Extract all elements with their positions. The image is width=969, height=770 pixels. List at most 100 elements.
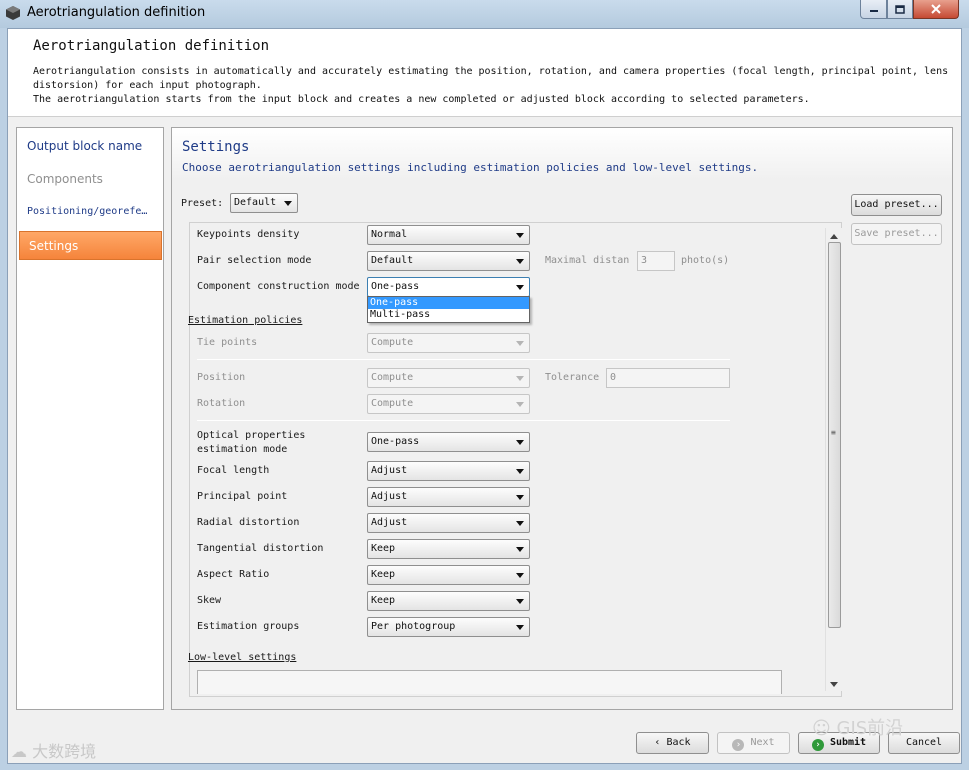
radial-distortion-value: Adjust xyxy=(371,517,408,528)
app-icon xyxy=(5,5,21,21)
watermark-left-text: 大数跨境 xyxy=(32,742,97,761)
settings-title: Settings xyxy=(182,139,250,155)
maximize-icon xyxy=(895,4,905,14)
scrollbar-thumb[interactable]: ≡ xyxy=(828,242,841,628)
tolerance-input[interactable]: 0 xyxy=(606,368,730,388)
submit-arrow-icon: › xyxy=(811,739,824,751)
keypoints-density-dropdown[interactable]: Normal xyxy=(367,225,530,245)
position-dropdown[interactable]: Compute xyxy=(367,368,530,388)
optical-properties-value: One-pass xyxy=(371,436,420,447)
chevron-down-icon xyxy=(516,625,524,630)
tangential-distortion-dropdown[interactable]: Keep xyxy=(367,539,530,559)
chevron-down-icon xyxy=(516,440,524,445)
rotation-label: Rotation xyxy=(197,398,246,409)
maximal-distance-input[interactable]: 3 xyxy=(637,251,675,271)
next-arrow-icon: › xyxy=(732,739,745,751)
next-button-label: Next xyxy=(750,737,775,748)
preset-value: Default xyxy=(234,197,277,208)
header-panel: Aerotriangulation definition Aerotriangu… xyxy=(8,29,961,117)
chevron-down-icon xyxy=(516,376,524,381)
sidebar-item-components[interactable]: Components xyxy=(18,165,162,193)
chevron-down-icon xyxy=(516,495,524,500)
optical-properties-label-line-1: Optical properties xyxy=(197,430,306,441)
vertical-scrollbar[interactable]: ≡ xyxy=(825,228,842,691)
minimize-button[interactable] xyxy=(860,0,887,19)
chevron-down-icon xyxy=(516,402,524,407)
estimation-policies-heading: Estimation policies xyxy=(188,315,303,326)
position-label: Position xyxy=(197,372,246,383)
separator xyxy=(197,359,730,360)
tangential-distortion-value: Keep xyxy=(371,543,396,554)
tolerance-label: Tolerance xyxy=(545,372,600,383)
estimation-groups-label: Estimation groups xyxy=(197,621,300,632)
component-construction-mode-list: One-pass Multi-pass xyxy=(367,296,530,323)
scroll-down-icon[interactable] xyxy=(830,682,838,687)
sidebar-item-positioning[interactable]: Positioning/georefe… xyxy=(18,198,162,226)
sidebar-item-output-block-name[interactable]: Output block name xyxy=(18,132,162,160)
close-icon xyxy=(931,4,941,14)
component-construction-mode-dropdown[interactable]: One-pass xyxy=(367,277,530,297)
watermark-left-icon: ☁ xyxy=(11,742,27,761)
tie-points-value: Compute xyxy=(371,337,414,348)
component-construction-mode-value: One-pass xyxy=(371,281,420,292)
aspect-ratio-value: Keep xyxy=(371,569,396,580)
rotation-dropdown[interactable]: Compute xyxy=(367,394,530,414)
settings-header: Settings Choose aerotriangulation settin… xyxy=(172,128,952,180)
principal-point-dropdown[interactable]: Adjust xyxy=(367,487,530,507)
back-button-label: Back xyxy=(666,737,691,748)
photos-unit-label: photo(s) xyxy=(681,255,730,266)
maximize-button[interactable] xyxy=(887,0,913,19)
wizard-sidebar: Output block name Components Positioning… xyxy=(16,127,164,710)
back-button[interactable]: ‹ Back xyxy=(636,732,709,754)
optical-properties-label-line-2: estimation mode xyxy=(197,444,288,455)
low-level-settings-textbox[interactable] xyxy=(197,670,782,694)
skew-label: Skew xyxy=(197,595,222,606)
position-value: Compute xyxy=(371,372,414,383)
chevron-down-icon xyxy=(516,573,524,578)
estimation-groups-dropdown[interactable]: Per photogroup xyxy=(367,617,530,637)
chevron-left-icon: ‹ xyxy=(654,737,667,748)
preset-dropdown[interactable]: Default xyxy=(230,193,298,213)
watermark-left: ☁ 大数跨境 xyxy=(11,738,96,762)
radial-distortion-dropdown[interactable]: Adjust xyxy=(367,513,530,533)
pair-selection-mode-value: Default xyxy=(371,255,414,266)
skew-dropdown[interactable]: Keep xyxy=(367,591,530,611)
watermark-right-text: GIS前沿 xyxy=(836,718,904,739)
tie-points-dropdown[interactable]: Compute xyxy=(367,333,530,353)
sidebar-item-settings[interactable]: Settings xyxy=(19,231,162,260)
low-level-settings-heading: Low-level settings xyxy=(188,652,297,663)
chevron-down-icon xyxy=(516,233,524,238)
next-button[interactable]: › Next xyxy=(717,732,790,754)
title-bar[interactable]: Aerotriangulation definition xyxy=(0,0,969,28)
dropdown-option-multi-pass[interactable]: Multi-pass xyxy=(368,309,529,321)
chevron-down-icon xyxy=(516,599,524,604)
focal-length-dropdown[interactable]: Adjust xyxy=(367,461,530,481)
header-title: Aerotriangulation definition xyxy=(33,38,270,54)
grip-icon: ≡ xyxy=(831,428,836,437)
dropdown-option-one-pass[interactable]: One-pass xyxy=(368,297,529,309)
load-preset-button[interactable]: Load preset... xyxy=(851,194,942,216)
scroll-up-icon[interactable] xyxy=(830,234,838,239)
keypoints-density-label: Keypoints density xyxy=(197,229,300,240)
estimation-groups-value: Per photogroup xyxy=(371,621,456,632)
separator xyxy=(197,420,730,421)
pair-selection-mode-label: Pair selection mode xyxy=(197,255,312,266)
pair-selection-mode-dropdown[interactable]: Default xyxy=(367,251,530,271)
chevron-down-icon xyxy=(516,521,524,526)
chevron-down-icon xyxy=(516,469,524,474)
optical-properties-dropdown[interactable]: One-pass xyxy=(367,432,530,452)
keypoints-density-value: Normal xyxy=(371,229,408,240)
header-description-line-2: The aerotriangulation starts from the in… xyxy=(33,94,810,105)
dialog-client-area: Aerotriangulation definition Aerotriangu… xyxy=(7,28,962,764)
chevron-down-icon xyxy=(516,285,524,290)
principal-point-value: Adjust xyxy=(371,491,408,502)
aspect-ratio-label: Aspect Ratio xyxy=(197,569,270,580)
skew-value: Keep xyxy=(371,595,396,606)
maximal-distance-label: Maximal distan xyxy=(545,255,630,266)
settings-description: Choose aerotriangulation settings includ… xyxy=(182,161,759,174)
close-button[interactable] xyxy=(913,0,959,19)
rotation-value: Compute xyxy=(371,398,414,409)
focal-length-label: Focal length xyxy=(197,465,270,476)
aspect-ratio-dropdown[interactable]: Keep xyxy=(367,565,530,585)
save-preset-button[interactable]: Save preset... xyxy=(851,223,942,245)
